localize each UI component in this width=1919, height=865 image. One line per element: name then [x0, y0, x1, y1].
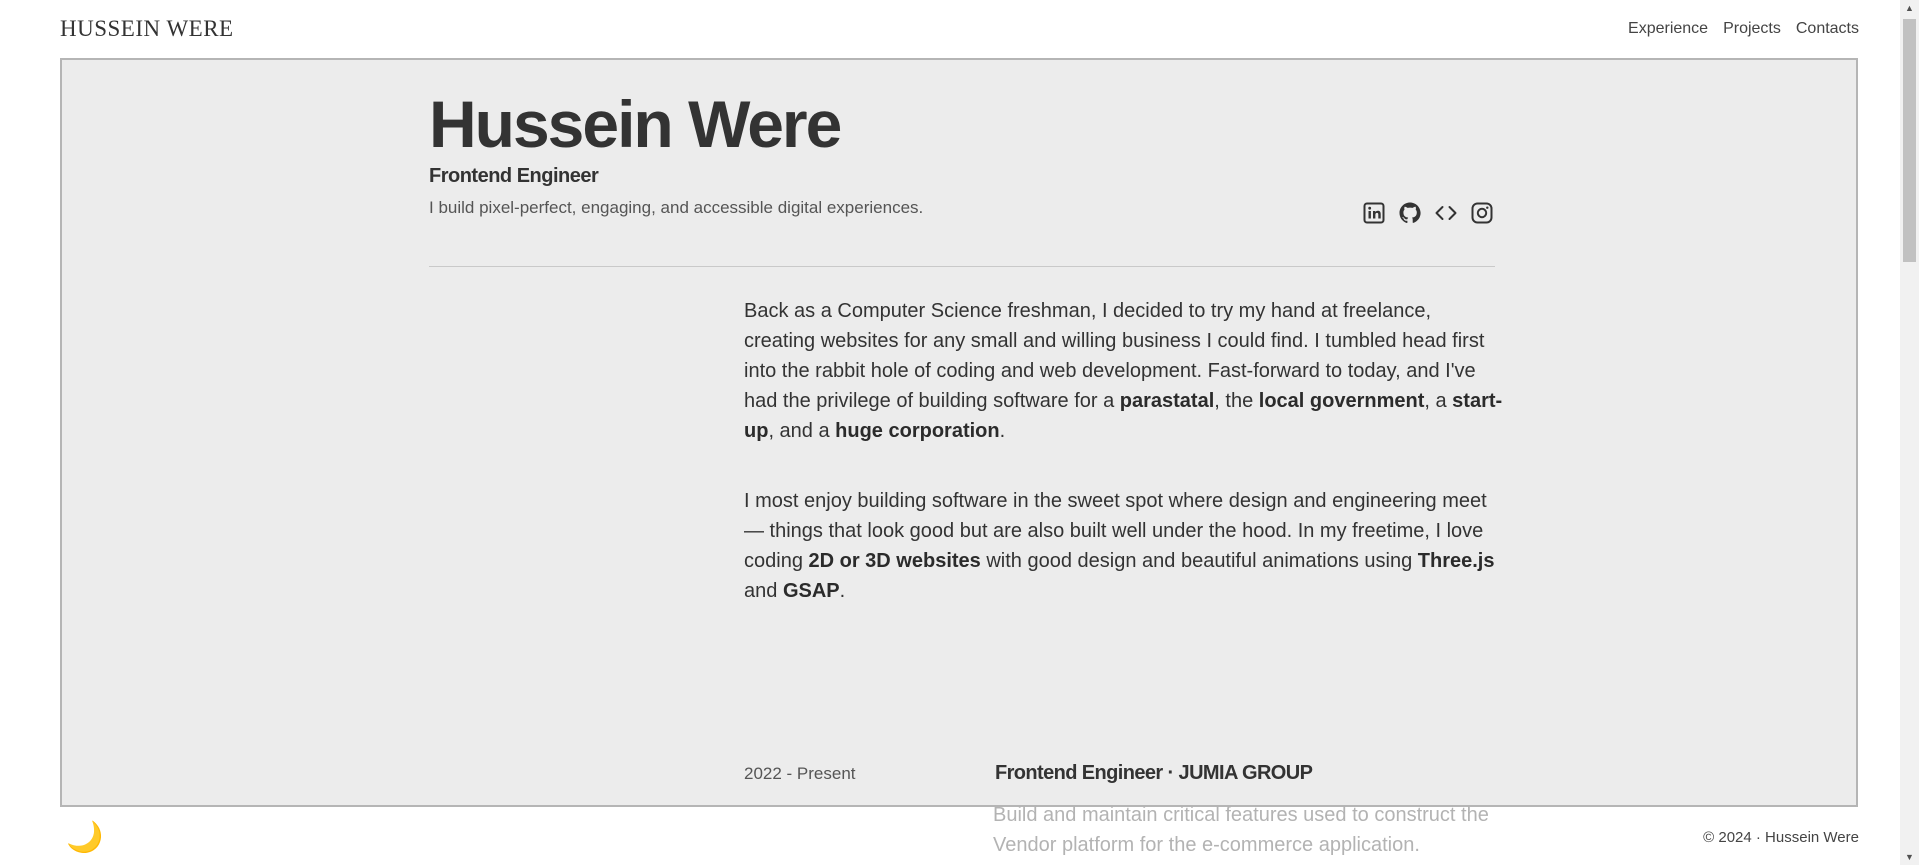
hero-role: Frontend Engineer	[429, 165, 599, 187]
brand-logo[interactable]: HUSSEIN WERE	[60, 16, 234, 42]
linkedin-icon[interactable]	[1361, 200, 1386, 225]
scroll-down-arrow-icon[interactable]: ▼	[1900, 849, 1919, 865]
paragraph-text: , and a	[768, 420, 836, 442]
paragraph-text: and	[744, 580, 783, 602]
paragraph-text: , the	[1214, 390, 1259, 412]
hero-divider	[429, 266, 1495, 267]
instagram-icon[interactable]	[1469, 200, 1494, 225]
highlight-text: GSAP	[782, 580, 840, 602]
social-links	[1361, 200, 1494, 225]
experience-date: 2022 - Present	[744, 764, 856, 783]
hero-tagline: I build pixel-perfect, engaging, and acc…	[429, 198, 924, 217]
hero-panel: Hussein Were Frontend Engineer I build p…	[60, 58, 1858, 807]
about-paragraph-1: Back as a Computer Science freshman, I d…	[744, 296, 1504, 446]
paragraph-text: .	[999, 420, 1006, 442]
top-nav: Experience Projects Contacts	[1628, 20, 1859, 38]
experience-title[interactable]: Frontend Engineer · JUMIA GROUP	[995, 762, 1313, 785]
experience-description: Build and maintain critical features use…	[993, 804, 1489, 856]
paragraph-text: , a	[1424, 390, 1453, 412]
nav-contacts[interactable]: Contacts	[1796, 20, 1859, 38]
hero-name: Hussein Were	[429, 87, 842, 161]
highlight-text: 2D or 3D websites	[808, 550, 981, 572]
theme-toggle-moon-icon[interactable]: 🌙	[66, 820, 103, 855]
footer-copyright: © 2024 · Hussein Were	[1703, 829, 1859, 846]
about-paragraph-2: I most enjoy building software in the sw…	[744, 486, 1504, 606]
about-section: Back as a Computer Science freshman, I d…	[744, 296, 1504, 646]
scroll-thumb[interactable]	[1903, 19, 1916, 262]
page-scrollbar[interactable]: ▲ ▼	[1900, 0, 1919, 865]
github-icon[interactable]	[1397, 200, 1422, 225]
code-icon[interactable]	[1433, 200, 1458, 225]
nav-projects[interactable]: Projects	[1723, 20, 1781, 38]
paragraph-text: .	[839, 580, 846, 602]
nav-experience[interactable]: Experience	[1628, 20, 1708, 38]
highlight-text: Three.js	[1417, 550, 1495, 572]
highlight-text: huge corporation	[835, 420, 1000, 442]
highlight-text: parastatal	[1119, 390, 1215, 412]
highlight-text: local government	[1258, 390, 1425, 412]
scroll-up-arrow-icon[interactable]: ▲	[1900, 0, 1919, 16]
paragraph-text: with good design and beautiful animation…	[980, 550, 1418, 572]
